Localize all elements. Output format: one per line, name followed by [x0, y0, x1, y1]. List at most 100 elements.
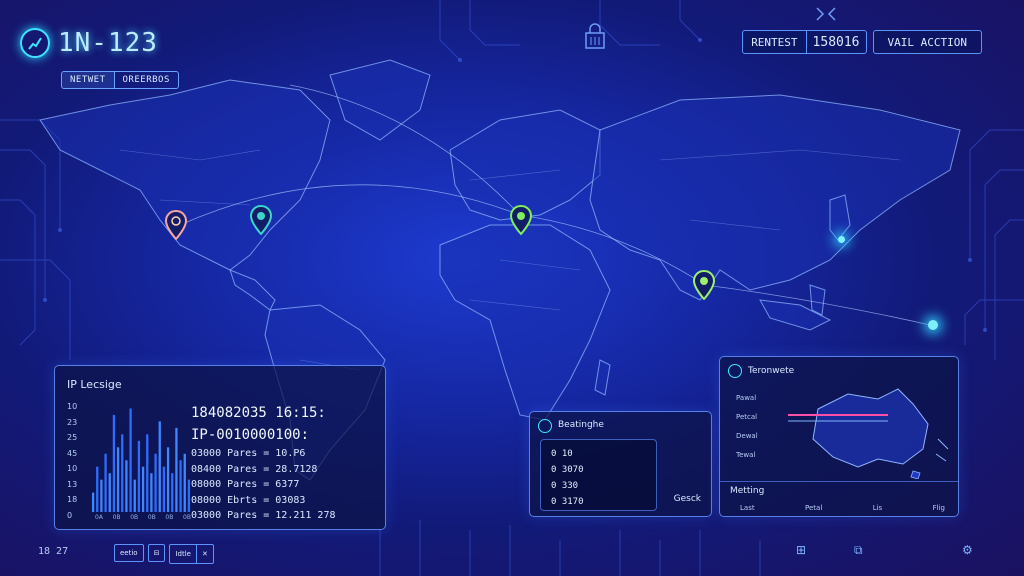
status-icon — [538, 419, 552, 433]
top-controls: RENTEST 158016 VAIL ACCTION — [742, 30, 982, 54]
action-button[interactable]: VAIL ACCTION — [872, 30, 982, 54]
traffic-bar-chart — [91, 408, 191, 512]
ip-header: 184082035 16:15: IP-0010000100: — [191, 402, 326, 446]
chart-bar — [96, 466, 99, 512]
ip-row: 03000 Pares = 10.P6 — [191, 448, 306, 459]
location-pin-icon[interactable] — [250, 205, 272, 235]
list-item: 0 3070 — [551, 465, 584, 475]
footer-label: 18 27 — [38, 546, 69, 557]
y-tick: 10 — [67, 464, 78, 474]
status-icon — [728, 364, 742, 378]
app-title: 1N-123 — [58, 28, 158, 58]
region-footer: Metting Last Petal Lis Flig — [720, 481, 958, 512]
chart-bar — [141, 466, 145, 512]
refresh-value: 158016 — [812, 34, 860, 50]
column-header: Last — [740, 504, 755, 512]
grid-icon[interactable]: ⊞ — [796, 543, 806, 557]
chart-bar — [158, 421, 161, 512]
expand-icon[interactable] — [815, 6, 837, 25]
chart-bar — [116, 447, 120, 512]
x-tick: 0B — [130, 514, 139, 521]
central-america — [229, 269, 276, 311]
check-button[interactable]: Gesck — [674, 494, 701, 504]
chart-bar — [171, 473, 174, 512]
chart-bar — [108, 473, 111, 512]
column-header: Petal — [805, 504, 823, 512]
chart-bar — [121, 434, 124, 512]
location-pin-icon[interactable] — [693, 270, 715, 300]
signal-dot — [838, 236, 845, 243]
madagascar — [594, 359, 611, 396]
ip-address: IP-0010000100: — [191, 427, 310, 443]
list-item: 0 10 — [551, 449, 573, 459]
chart-bar — [183, 453, 186, 512]
ip-panel: IP Lecsige 10 23 25 45 10 13 18 0 0A 0B … — [54, 365, 386, 530]
ip-row-list: 03000 Pares = 10.P6 08400 Pares = 28.712… — [191, 446, 336, 524]
footer-controls: eetio ⊟ Idtle ✕ — [114, 544, 214, 564]
chart-bar — [187, 479, 191, 512]
refresh-label: RENTEST — [743, 31, 807, 53]
chart-bar — [162, 466, 166, 512]
chart-bar — [125, 460, 128, 512]
europe — [449, 109, 601, 221]
chart-y-axis: 10 23 25 45 10 13 18 0 — [67, 402, 89, 520]
chart-bar — [150, 473, 153, 512]
y-tick: 45 — [67, 448, 78, 458]
tab-network[interactable]: NETWET — [62, 72, 114, 88]
chart-x-axis: 0A 0B 0B 0B 0B 0B — [95, 514, 191, 521]
x-tick: 0A — [95, 514, 103, 521]
region-label: Tewal — [736, 451, 756, 459]
chart-bar — [100, 479, 103, 512]
close-icon[interactable]: ✕ — [195, 545, 213, 563]
location-pin-icon[interactable] — [165, 210, 187, 240]
filter-icon[interactable]: ⊟ — [147, 544, 166, 562]
edit-button[interactable]: eetio — [114, 544, 144, 562]
ip-row: 08000 Pares = 6377 — [191, 479, 300, 490]
north-america — [39, 79, 331, 271]
y-tick: 0 — [67, 510, 73, 520]
region-columns: Last Petal Lis Flig — [740, 504, 945, 512]
footer-group: Idtle ✕ — [169, 544, 214, 564]
x-tick: 0B — [112, 514, 121, 521]
chart-bar — [179, 460, 182, 512]
beating-panel: Beatinghe 0 10 0 3070 0 330 0 3170 Gesck — [529, 411, 712, 517]
refresh-counter: RENTEST 158016 — [742, 30, 867, 54]
x-tick: 0B — [147, 514, 156, 521]
region-label: Pawal — [736, 394, 757, 402]
africa — [439, 224, 611, 421]
ip-panel-title: IP Lecsige — [67, 378, 122, 391]
region-label: Petcal — [736, 413, 758, 421]
asia — [589, 94, 961, 301]
layers-icon[interactable]: ⧉ — [854, 543, 863, 558]
chart-bar — [112, 414, 116, 512]
list-item: 0 330 — [551, 481, 579, 491]
chart-bar — [91, 492, 95, 512]
view-tabs: NETWET OREERBOS — [61, 71, 179, 89]
lock-icon — [584, 22, 606, 53]
location-pin-icon[interactable] — [510, 205, 532, 235]
ip-row: 03000 Pares = 12.211 278 — [191, 510, 336, 521]
settings-icon[interactable]: ⚙ — [962, 543, 973, 557]
region-panel: Teronwete Pawal Petcal Dewal Tewal Metti… — [719, 356, 959, 517]
region-label: Dewal — [736, 432, 758, 440]
x-tick: 0B — [183, 514, 191, 521]
chart-bar — [154, 453, 157, 512]
region-labels: Pawal Petcal Dewal Tewal — [736, 389, 758, 465]
y-tick: 10 — [67, 402, 78, 411]
region-footer-title: Metting — [730, 486, 765, 496]
idle-button[interactable]: Idtle — [170, 545, 196, 563]
tab-operations[interactable]: OREERBOS — [113, 72, 178, 88]
ip-row: 08000 Ebrts = 03083 — [191, 494, 306, 506]
chart-bar — [133, 479, 136, 512]
signal-dot — [928, 320, 938, 330]
chart-icon — [20, 28, 50, 58]
y-tick: 23 — [67, 417, 78, 427]
chart-bar — [137, 440, 141, 512]
y-tick: 18 — [67, 495, 78, 505]
app-logo: 1N-123 — [20, 28, 158, 58]
beating-list: 0 10 0 3070 0 330 0 3170 — [540, 439, 657, 511]
x-tick: 0B — [165, 514, 174, 521]
column-header: Lis — [872, 504, 883, 512]
chart-bar — [166, 447, 170, 512]
region-panel-title: Teronwete — [748, 366, 795, 376]
